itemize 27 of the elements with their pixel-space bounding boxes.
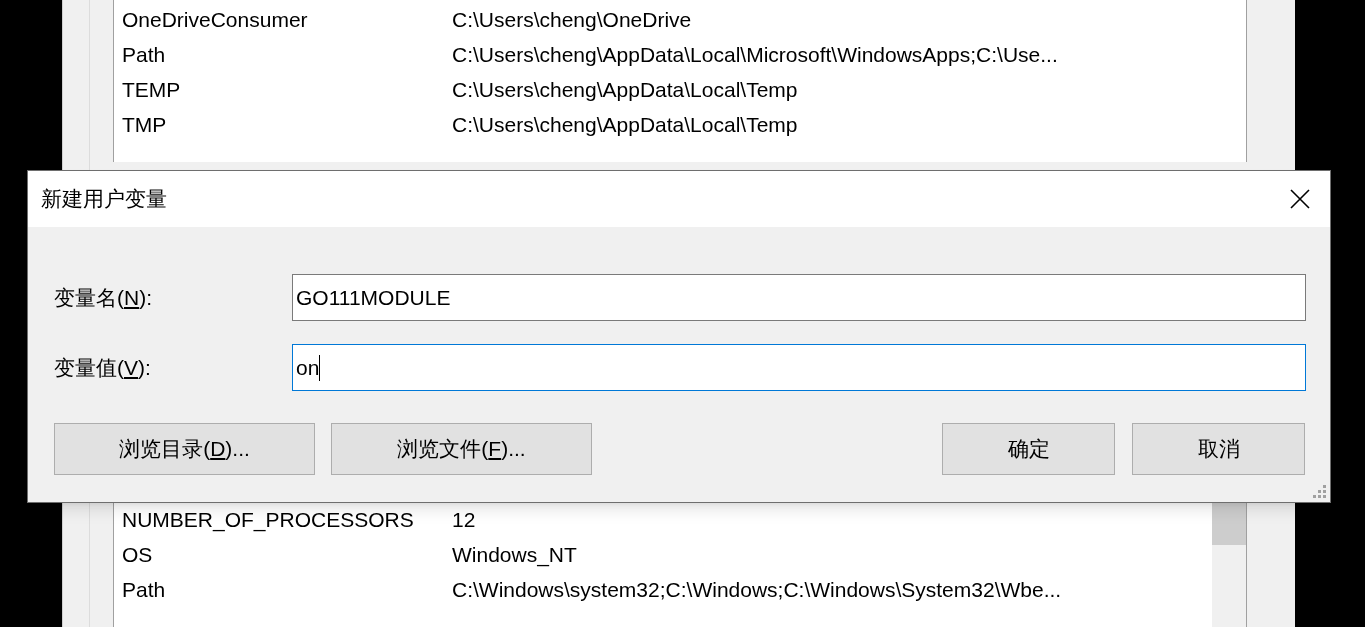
field-label: 变量名(N): (54, 284, 153, 311)
dialog-button[interactable]: 确定 (942, 423, 1115, 475)
variable-value: C:\Users\cheng\AppData\Local\Temp (452, 111, 798, 138)
variable-value: C:\Users\cheng\AppData\Local\Microsoft\WindowsApps;C:\Use... (452, 41, 1058, 68)
input-field[interactable]: on (292, 344, 1306, 391)
variable-value: C:\Windows\system32;C:\Windows;C:\Windows\System32\Wbe... (452, 576, 1062, 603)
dialog-button[interactable]: 取消 (1132, 423, 1305, 475)
scrollbar-thumb[interactable] (1212, 500, 1246, 545)
close-icon (1290, 189, 1310, 209)
scrollbar[interactable] (1212, 500, 1246, 627)
variable-name: OS (121, 541, 154, 568)
field-label: 变量值(V): (54, 354, 152, 381)
variable-name: TMP (121, 111, 168, 138)
dialog-button[interactable]: 浏览目录(D)... (54, 423, 315, 475)
dialog-button[interactable]: 浏览文件(F)... (331, 423, 592, 475)
variable-name: Path (121, 41, 167, 68)
variable-value: C:\Users\cheng\OneDrive (452, 6, 692, 33)
variable-name: OneDriveConsumer (121, 6, 309, 33)
variable-name: Path (121, 576, 167, 603)
variable-value: C:\Users\cheng\AppData\Local\Temp (452, 76, 798, 103)
variable-value: Windows_NT (452, 541, 577, 569)
resize-grip-icon (1313, 485, 1327, 499)
input-field[interactable]: GO111MODULE (292, 274, 1306, 321)
variable-value: 12 (452, 506, 476, 533)
variable-name: NUMBER_OF_PROCESSORS (121, 506, 415, 534)
variable-name: TEMP (121, 76, 182, 103)
window-title: 新建用户变量 (41, 186, 168, 213)
